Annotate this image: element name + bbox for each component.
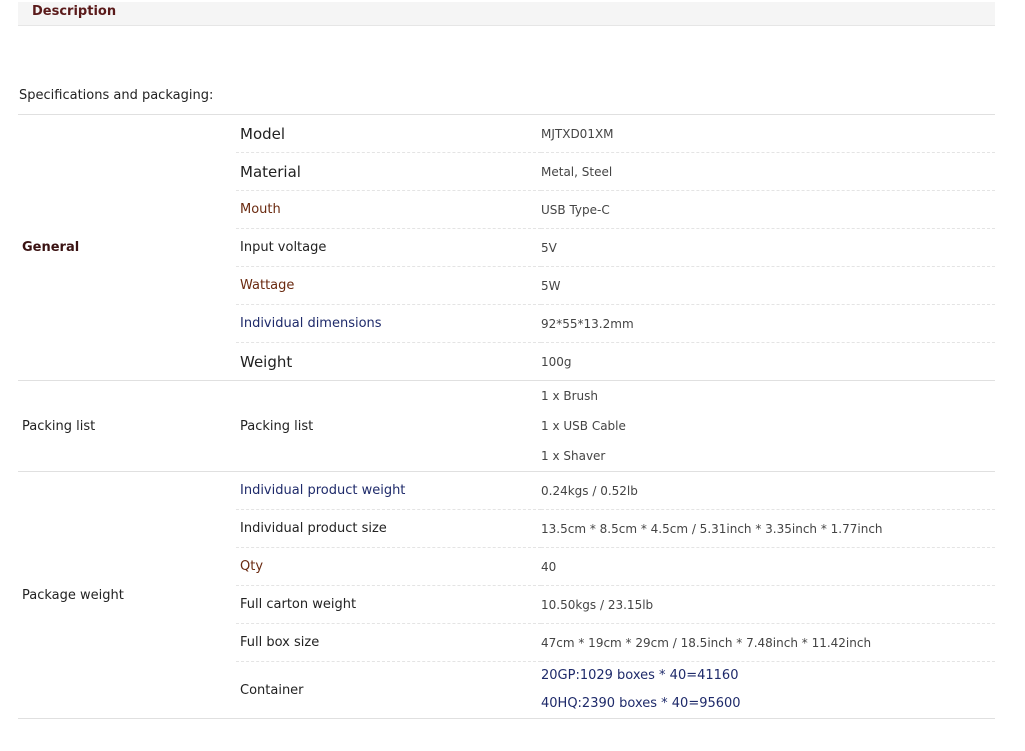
table-row: Full carton weight 10.50kgs / 23.15lb — [236, 585, 995, 624]
packing-item: 1 x USB Cable — [541, 419, 626, 433]
row-value: 5W — [541, 266, 995, 305]
group-label-general: General — [18, 114, 236, 381]
row-value: 5V — [541, 228, 995, 267]
row-value: 92*55*13.2mm — [541, 304, 995, 343]
spec-table: General Model MJTXD01XM Material Metal, … — [18, 114, 995, 719]
row-name: Individual dimensions — [236, 304, 541, 343]
row-name: Full box size — [236, 623, 541, 662]
table-row: Qty 40 — [236, 547, 995, 586]
description-header-bar: Description — [18, 2, 995, 26]
row-value: 0.24kgs / 0.52lb — [541, 483, 638, 498]
container-values: 20GP:1029 boxes * 40=41160 40HQ:2390 box… — [541, 662, 995, 718]
row-name: Qty — [236, 547, 541, 586]
table-row: Mouth USB Type-C — [236, 190, 995, 229]
row-name: Full carton weight — [236, 585, 541, 624]
spec-section-title: Specifications and packaging: — [19, 88, 214, 103]
group-label-package-weight: Package weight — [18, 471, 236, 719]
row-value: 13.5cm * 8.5cm * 4.5cm / 5.31inch * 3.35… — [541, 509, 995, 548]
table-row: Model MJTXD01XM — [236, 115, 995, 153]
row-value: USB Type-C — [541, 190, 995, 229]
row-name: Individual product weight — [240, 483, 406, 498]
packing-item: 1 x Shaver — [541, 449, 606, 463]
package-rows: Individual product weight 0.24kgs / 0.52… — [236, 472, 995, 718]
table-row: Individual product weight 0.24kgs / 0.52… — [236, 472, 995, 510]
table-row: Wattage 5W — [236, 266, 995, 305]
row-name: Input voltage — [236, 228, 541, 267]
row-value: MJTXD01XM — [541, 126, 614, 141]
table-row: Individual dimensions 92*55*13.2mm — [236, 304, 995, 343]
group-label-packing-list: Packing list — [18, 380, 236, 472]
group-packing-list: Packing list Packing list 1 x Brush 1 x … — [18, 380, 995, 472]
packing-items: 1 x Brush 1 x USB Cable 1 x Shaver — [541, 381, 995, 471]
row-value: 47cm * 19cm * 29cm / 18.5inch * 7.48inch… — [541, 623, 995, 662]
group-package-weight: Package weight Individual product weight… — [18, 471, 995, 719]
table-row: Individual product size 13.5cm * 8.5cm *… — [236, 509, 995, 548]
row-name: Packing list — [240, 418, 314, 434]
container-value: 40HQ:2390 boxes * 40=95600 — [541, 696, 741, 711]
table-row: Full box size 47cm * 19cm * 29cm / 18.5i… — [236, 623, 995, 662]
row-value: 10.50kgs / 23.15lb — [541, 585, 995, 624]
table-row: Material Metal, Steel — [236, 152, 995, 191]
description-tab[interactable]: Description — [32, 4, 116, 19]
row-name: Mouth — [236, 190, 541, 229]
row-name: Material — [236, 152, 541, 191]
table-row: Container 20GP:1029 boxes * 40=41160 40H… — [236, 661, 995, 718]
row-value: Metal, Steel — [541, 152, 995, 191]
row-name: Model — [240, 124, 286, 143]
container-value: 20GP:1029 boxes * 40=41160 — [541, 668, 739, 683]
table-row: Input voltage 5V — [236, 228, 995, 267]
table-row: Weight 100g — [236, 342, 995, 380]
row-name: Individual product size — [236, 509, 541, 548]
group-general: General Model MJTXD01XM Material Metal, … — [18, 114, 995, 381]
row-name: Wattage — [236, 266, 541, 305]
row-name: Weight — [236, 342, 541, 380]
packing-rows: Packing list 1 x Brush 1 x USB Cable 1 x… — [236, 381, 995, 471]
packing-item: 1 x Brush — [541, 389, 598, 403]
row-value: 100g — [541, 342, 995, 380]
row-value: 40 — [541, 547, 995, 586]
general-rows: Model MJTXD01XM Material Metal, Steel Mo… — [236, 115, 995, 380]
row-name: Container — [236, 661, 541, 718]
table-row: Packing list 1 x Brush 1 x USB Cable 1 x… — [236, 381, 995, 471]
